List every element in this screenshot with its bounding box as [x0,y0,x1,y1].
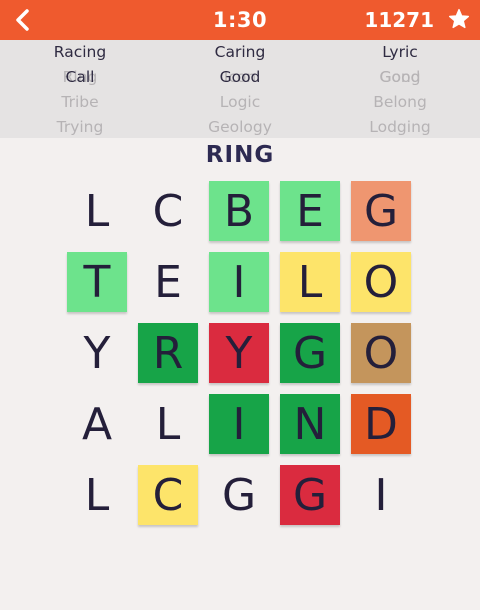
letter-tile[interactable]: R [138,323,198,383]
word-faded: Lodging [369,118,431,136]
letter-tile[interactable]: G [209,465,269,525]
letter-tile[interactable]: E [280,181,340,241]
letter-tile[interactable]: L [67,465,127,525]
letter-tile[interactable]: N [280,394,340,454]
letter-tile[interactable]: D [351,394,411,454]
word-faded: Geology [208,118,272,136]
word-faded: Trying [56,118,104,136]
star-icon [448,8,470,30]
letter-tile[interactable]: T [67,252,127,312]
letter-tile[interactable]: O [351,323,411,383]
word-faded: Logic [219,93,261,111]
letter-tile[interactable]: I [209,252,269,312]
found-words-panel: Racing Ring Call Tribe Trying Caring Ico… [0,40,480,138]
letter-tile[interactable]: I [351,465,411,525]
word-faded: Belong [373,93,427,111]
word-active: Lyric [382,43,418,61]
top-bar: 1:30 11271 [0,0,480,40]
word-active: Racing [53,43,107,61]
current-word: RING [205,142,275,168]
letter-tile[interactable]: G [351,181,411,241]
letter-tile[interactable]: B [209,181,269,241]
letter-tile[interactable]: G [280,323,340,383]
word-overlap: Good [379,68,421,86]
word-overlap: Call [65,68,95,86]
letter-tile[interactable]: O [351,252,411,312]
letter-tile[interactable]: Y [67,323,127,383]
letter-tile[interactable]: L [67,181,127,241]
letter-tile[interactable]: L [280,252,340,312]
letter-tile[interactable]: A [67,394,127,454]
letter-tile[interactable]: E [138,252,198,312]
letter-tile[interactable]: C [138,465,198,525]
word-overlap: Good [219,68,261,86]
letter-tile[interactable]: C [138,181,198,241]
word-active: Caring [214,43,266,61]
letter-tile[interactable]: Y [209,323,269,383]
letter-tile[interactable]: I [209,394,269,454]
score: 11271 [364,8,434,32]
letter-tile[interactable]: L [138,394,198,454]
letter-tile[interactable]: G [280,465,340,525]
word-faded: Tribe [61,93,99,111]
